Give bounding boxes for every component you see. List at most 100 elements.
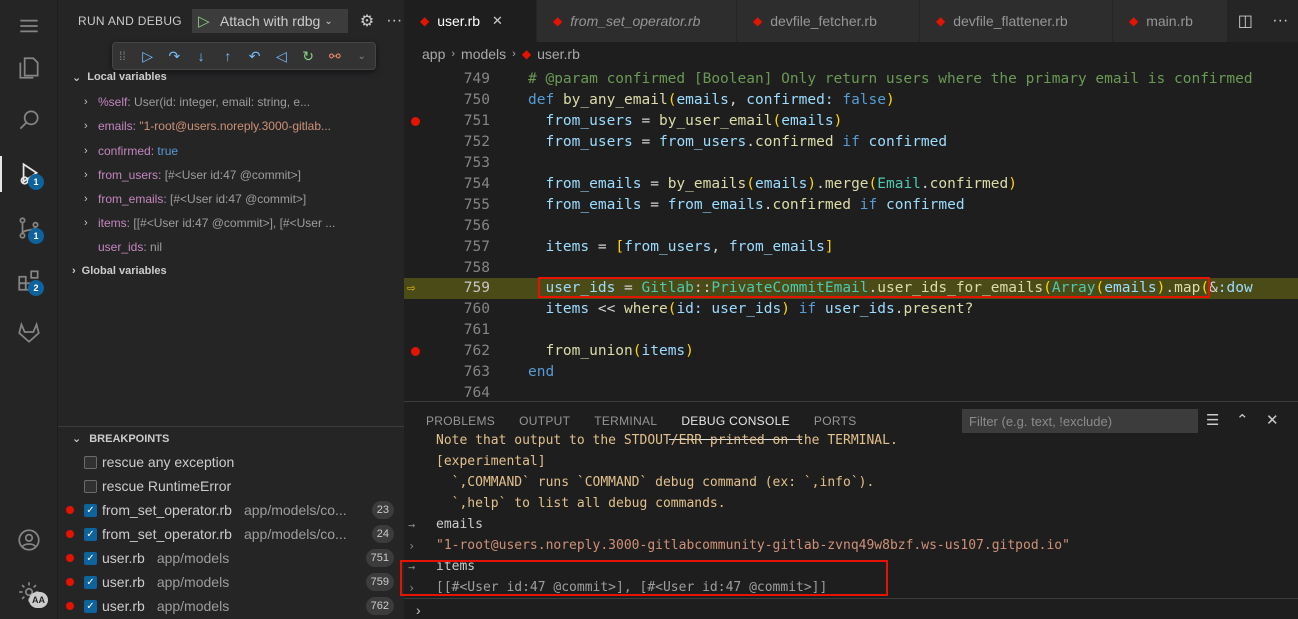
breadcrumb-item[interactable]: user.rb xyxy=(537,46,580,62)
tab-user-rb[interactable]: ◆ user.rb ✕ xyxy=(404,0,537,42)
maximize-panel-icon[interactable]: ⌃ xyxy=(1236,411,1249,429)
tab-label: user.rb xyxy=(437,13,481,29)
breakpoint-item[interactable]: ✓ user.rb app/models 759 xyxy=(58,570,404,594)
chevron-right-icon: › xyxy=(72,265,76,277)
annotation-highlight-box xyxy=(538,277,1210,298)
explorer-icon[interactable] xyxy=(0,44,58,92)
breakpoint-checkbox[interactable]: ✓ xyxy=(84,503,97,517)
continue-icon[interactable]: ▷ xyxy=(134,45,161,67)
step-back-icon[interactable]: ↶ xyxy=(241,45,268,67)
breakpoint-item[interactable]: rescue RuntimeError xyxy=(58,474,404,498)
local-variables-header[interactable]: ⌄ Local variables xyxy=(58,66,404,88)
breadcrumb-item[interactable]: app xyxy=(422,46,445,62)
more-actions-icon[interactable]: ··· xyxy=(386,12,402,30)
search-icon[interactable] xyxy=(0,96,58,144)
gear-icon[interactable]: ⚙ xyxy=(360,11,374,31)
breakpoint-item[interactable]: ✓ user.rb app/models 762 xyxy=(58,594,404,618)
start-debugging-button[interactable]: ▷ xyxy=(191,9,216,33)
tab-label: devfile_fetcher.rb xyxy=(770,13,877,29)
breakpoint-checkbox[interactable]: ✓ xyxy=(84,551,97,565)
gitlab-icon[interactable] xyxy=(0,308,58,356)
tab-devfile-flattener-rb[interactable]: ◆ devfile_flattener.rb xyxy=(920,0,1113,42)
launch-config-label: Attach with rdbg xyxy=(219,13,321,29)
breakpoint-line-badge: 759 xyxy=(365,573,394,591)
source-control-icon[interactable]: 1 xyxy=(0,204,58,252)
breadcrumb-item[interactable]: models xyxy=(461,46,506,62)
breakpoint-dot-icon[interactable] xyxy=(411,116,420,126)
tab-label: main.rb xyxy=(1146,13,1193,29)
code-line: 761 xyxy=(404,320,1298,341)
extensions-badge: 2 xyxy=(28,280,44,296)
step-into-icon[interactable]: ↓ xyxy=(188,45,215,67)
line-number: 759 xyxy=(463,280,490,297)
breakpoint-checkbox[interactable]: ✓ xyxy=(84,575,97,589)
debug-badge: 1 xyxy=(28,174,44,190)
breakpoint-name: from_set_operator.rb xyxy=(102,526,232,542)
tab-devfile-fetcher-rb[interactable]: ◆ devfile_fetcher.rb xyxy=(737,0,920,42)
variable-name: items: xyxy=(98,216,131,230)
variable-row[interactable]: › %self: User(id: integer, email: string,… xyxy=(58,90,404,114)
variable-row[interactable]: › confirmed: true xyxy=(58,139,404,163)
breakpoint-item[interactable]: ✓ from_set_operator.rb app/models/co... 2… xyxy=(58,498,404,522)
extensions-icon[interactable]: 2 xyxy=(0,256,58,304)
input-arrow-icon: → xyxy=(408,517,416,532)
chevron-down-icon[interactable]: ⌄ xyxy=(348,45,375,67)
breakpoint-line-badge: 751 xyxy=(365,549,394,567)
console-output-line[interactable]: › "1-root@users.noreply.3000-gitlabcommun… xyxy=(404,535,1298,556)
breakpoint-checkbox[interactable]: ✓ xyxy=(84,527,97,541)
breakpoint-item[interactable]: ✓ user.rb app/models 751 xyxy=(58,546,404,570)
close-icon[interactable]: ✕ xyxy=(492,13,503,29)
chevron-right-icon: › xyxy=(84,193,88,205)
disconnect-icon[interactable]: ⚯ xyxy=(322,45,349,67)
global-variables-header[interactable]: › Global variables xyxy=(58,260,404,282)
tab-label: devfile_flattener.rb xyxy=(953,13,1068,29)
breakpoint-dot-icon[interactable] xyxy=(411,346,420,356)
close-panel-icon[interactable]: ✕ xyxy=(1266,411,1279,429)
launch-config-select[interactable]: Attach with rdbg ⌄ xyxy=(215,9,348,33)
variable-name: from_emails: xyxy=(98,192,167,206)
run-debug-icon[interactable]: 1 xyxy=(0,150,58,198)
account-badge: AA xyxy=(29,592,48,608)
variable-row[interactable]: › emails: "1-root@users.noreply.3000-gitl… xyxy=(58,114,404,138)
chevron-down-icon: ⌄ xyxy=(324,15,333,27)
menu-icon[interactable] xyxy=(0,2,58,50)
code-line: 756 xyxy=(404,215,1298,236)
step-out-icon[interactable]: ↑ xyxy=(215,45,242,67)
breakpoint-name: rescue RuntimeError xyxy=(102,478,232,494)
variable-name: from_users: xyxy=(98,168,162,182)
restart-icon[interactable]: ↻ xyxy=(295,45,322,67)
ruby-file-icon: ◆ xyxy=(753,14,763,28)
chevron-right-icon: › xyxy=(84,145,88,157)
drag-grip-icon[interactable]: ⁞⁞ xyxy=(119,49,134,63)
breakpoint-checkbox[interactable] xyxy=(84,479,97,493)
variable-row[interactable]: › items: [[#<User id:47 @commit>], [#<Use… xyxy=(58,211,404,235)
step-over-icon[interactable]: ↷ xyxy=(161,45,188,67)
breakpoint-item[interactable]: rescue any exception xyxy=(58,450,404,474)
breakpoint-item[interactable]: ✓ from_set_operator.rb app/models/co... 2… xyxy=(58,522,404,546)
variable-value: true xyxy=(157,144,179,158)
reverse-icon[interactable]: ◁ xyxy=(268,45,295,67)
code-line: 751 from_users = by_user_email(emails) xyxy=(404,111,1298,132)
ruby-file-icon: ◆ xyxy=(1129,14,1139,28)
console-line: `,COMMAND` runs `COMMAND` debug command … xyxy=(436,475,875,490)
tab-main-rb[interactable]: ◆ main.rb xyxy=(1113,0,1228,42)
breakpoint-name: user.rb xyxy=(102,598,145,614)
console-prompt-input[interactable]: › xyxy=(404,598,1298,619)
line-number: 761 xyxy=(463,322,490,339)
split-editor-icon[interactable]: ◫ xyxy=(1238,11,1253,31)
ruby-file-icon: ◆ xyxy=(420,14,430,28)
tab-from-set-operator-rb[interactable]: ◆ from_set_operator.rb xyxy=(537,0,737,42)
variable-row[interactable]: › from_users: [#<User id:47 @commit>] xyxy=(58,163,404,187)
more-actions-icon[interactable]: ··· xyxy=(1272,12,1288,30)
settings-gear-icon[interactable]: AA xyxy=(0,568,58,616)
line-number: 751 xyxy=(463,113,490,130)
variable-name: user_ids: xyxy=(98,240,147,254)
breakpoint-checkbox[interactable] xyxy=(84,455,97,469)
account-icon[interactable] xyxy=(0,516,58,564)
breakpoint-checkbox[interactable]: ✓ xyxy=(84,599,97,613)
clear-console-icon[interactable]: ☰ xyxy=(1206,411,1219,429)
variable-row[interactable]: › from_emails: [#<User id:47 @commit>] xyxy=(58,187,404,211)
breakpoints-header[interactable]: ⌄ BREAKPOINTS xyxy=(58,426,404,450)
code-editor[interactable]: 749 # @param confirmed [Boolean] Only ret… xyxy=(404,69,1298,401)
variable-row[interactable]: user_ids: nil xyxy=(58,235,404,259)
